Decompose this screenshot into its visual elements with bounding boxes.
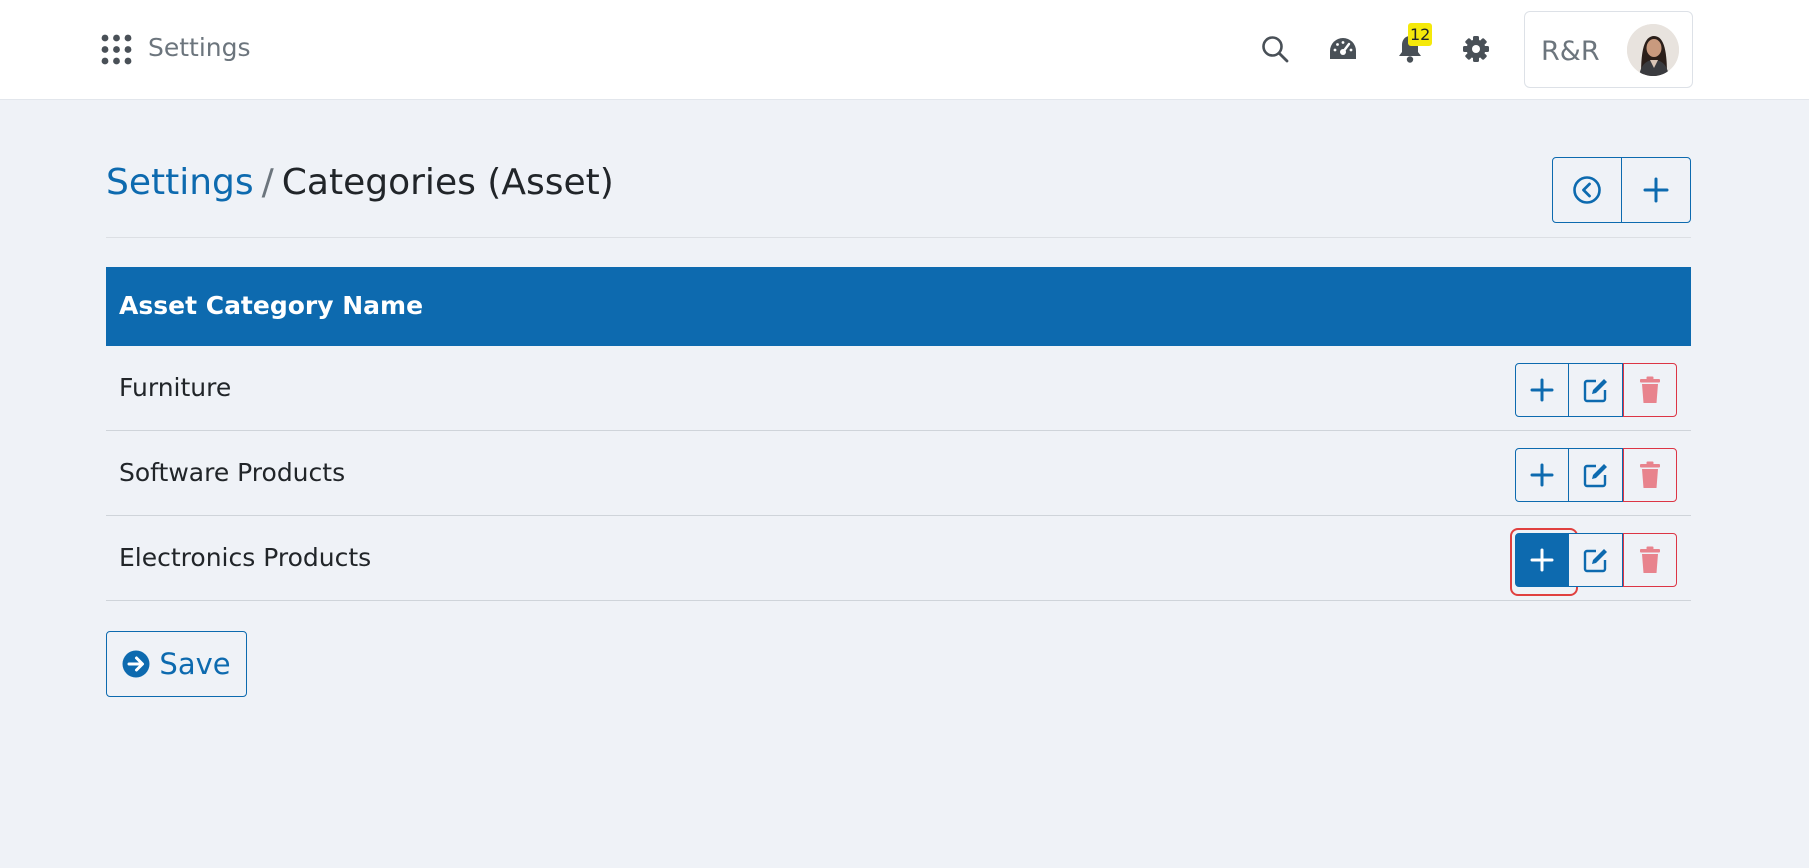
gear-icon[interactable] [1458,31,1494,67]
circle-chevron-left-icon [1573,176,1601,204]
user-menu[interactable]: R&R [1524,11,1693,88]
table-row: Software Products [106,431,1691,516]
edit-icon [1583,464,1607,488]
apps-grid-icon[interactable] [101,34,132,65]
edit-icon [1583,549,1607,573]
category-name: Software Products [119,458,346,487]
avatar [1627,24,1679,76]
table-row: Furniture [106,346,1691,431]
edit-button[interactable] [1569,448,1623,502]
dashboard-gauge-icon[interactable] [1325,31,1361,67]
header-divider [106,237,1691,238]
edit-icon [1583,379,1607,403]
add-subcategory-button[interactable] [1515,363,1569,417]
back-button[interactable] [1553,158,1621,222]
add-subcategory-button[interactable] [1515,448,1569,502]
category-name: Furniture [119,373,232,402]
column-header-asset-category-name: Asset Category Name [119,291,424,320]
breadcrumb-separator: / [261,162,274,203]
arrow-circle-right-icon [122,650,150,678]
plus-icon [1530,463,1554,487]
delete-button[interactable] [1623,533,1677,587]
save-button[interactable]: Save [106,631,247,697]
breadcrumb: Settings / Categories (Asset) [106,162,614,203]
category-name: Electronics Products [119,543,372,572]
table-header: Asset Category Name [106,267,1691,346]
top-navbar: Settings 12 R&R [0,0,1809,100]
page-title: Categories (Asset) [281,162,614,203]
plus-icon [1530,548,1554,572]
trash-icon [1640,461,1660,488]
row-actions [1515,363,1677,417]
row-actions [1510,528,1677,596]
delete-button[interactable] [1623,448,1677,502]
save-label: Save [159,647,231,681]
notification-count-badge: 12 [1408,23,1433,46]
plus-icon [1643,177,1669,203]
app-title: Settings [148,33,251,62]
trash-icon [1640,546,1660,573]
row-actions [1515,448,1677,502]
trash-icon [1640,376,1660,403]
delete-button[interactable] [1623,363,1677,417]
add-category-button[interactable] [1621,158,1690,222]
header-actions [1552,157,1691,223]
user-name: R&R [1541,36,1600,67]
search-icon[interactable] [1257,31,1293,67]
edit-button[interactable] [1569,363,1623,417]
table-row: Electronics Products [106,516,1691,601]
plus-icon [1530,378,1554,402]
edit-button[interactable] [1569,533,1623,587]
breadcrumb-settings-link[interactable]: Settings [106,162,254,203]
add-subcategory-button[interactable] [1510,528,1578,596]
